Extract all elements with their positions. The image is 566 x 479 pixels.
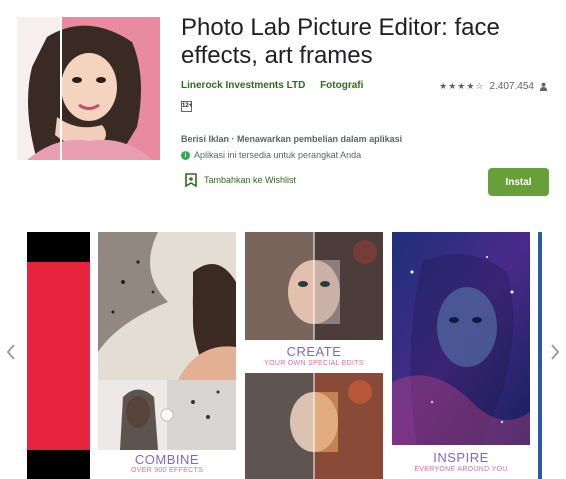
screenshot-caption-title: CREATE: [286, 344, 342, 359]
chevron-left-icon[interactable]: [4, 342, 18, 362]
screenshot-caption-subtitle: EVERYONE AROUND YOU: [414, 466, 508, 473]
developer-link[interactable]: Linerock Investments LTD: [181, 80, 305, 91]
ads-notice: Berisi Iklan · Menawarkan pembelian dala…: [181, 134, 403, 144]
screenshot-5[interactable]: [538, 232, 542, 479]
chevron-right-icon[interactable]: [548, 342, 562, 362]
app-icon: [17, 17, 160, 160]
screenshot-4[interactable]: INSPIRE EVERYONE AROUND YOU: [392, 232, 530, 479]
availability-notice: i Aplikasi ini tersedia untuk perangkat …: [181, 150, 361, 160]
rating-stars: ★★★★☆: [439, 81, 485, 91]
screenshot-2[interactable]: COMBINE OVER 900 EFFECTS: [98, 232, 236, 479]
rating-summary: ★★★★☆ 2.407.454: [439, 81, 548, 92]
install-button[interactable]: Instal: [488, 168, 549, 196]
person-icon: [539, 82, 548, 91]
app-meta: Linerock Investments LTD Fotografi: [181, 80, 363, 91]
screenshot-caption-subtitle: YOUR OWN SPECIAL EDITS: [264, 360, 364, 367]
screenshot-caption-title: COMBINE: [134, 452, 200, 467]
screenshot-caption-title: INSPIRE: [433, 450, 489, 465]
availability-text: Aplikasi ini tersedia untuk perangkat An…: [194, 150, 362, 160]
rating-count: 2.407.454: [489, 81, 535, 92]
screenshot-1[interactable]: [27, 232, 90, 479]
screenshot-caption-subtitle: OVER 900 EFFECTS: [130, 467, 204, 474]
category-link[interactable]: Fotografi: [320, 80, 363, 91]
bookmark-icon: [185, 173, 197, 187]
info-icon: i: [181, 150, 190, 160]
wishlist-label: Tambahkan ke Wishlist: [204, 175, 297, 185]
app-title: Photo Lab Picture Editor: face effects, …: [181, 14, 500, 69]
content-rating-badge: 12+: [181, 101, 192, 112]
screenshot-3[interactable]: CREATE YOUR OWN SPECIAL EDITS: [245, 232, 383, 479]
wishlist-button[interactable]: Tambahkan ke Wishlist: [185, 173, 296, 187]
